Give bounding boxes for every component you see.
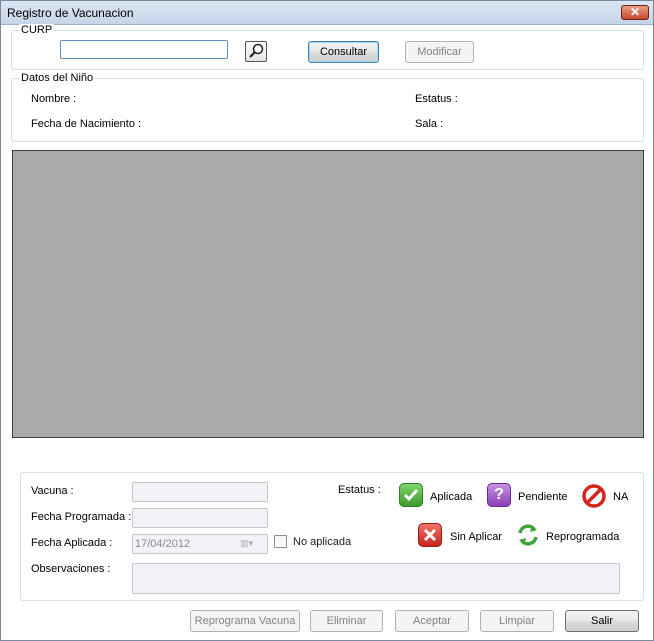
vacunas-grid[interactable]	[12, 150, 644, 438]
consultar-button[interactable]: Consultar	[308, 41, 379, 63]
sala-label: Sala :	[415, 118, 444, 130]
check-icon	[399, 483, 423, 507]
fecha-programada-field[interactable]	[132, 508, 268, 528]
no-entry-icon	[582, 484, 606, 508]
fecha-aplicada-picker[interactable]: 17/04/2012 ▥▾	[132, 534, 268, 554]
na-legend-label: NA	[613, 491, 629, 503]
observaciones-label: Observaciones :	[31, 563, 111, 575]
close-icon: ✕	[629, 5, 641, 19]
calendar-dropdown-icon[interactable]: ▥▾	[240, 538, 264, 550]
estatus-nino-label: Estatus :	[415, 93, 458, 105]
no-aplicada-checkbox[interactable]	[274, 535, 287, 548]
vacuna-field[interactable]	[132, 482, 268, 502]
pendiente-legend-label: Pendiente	[518, 491, 568, 503]
title-bar[interactable]: Registro de Vacunacion ✕	[1, 1, 653, 25]
x-icon	[418, 523, 442, 547]
reprogramada-legend-label: Reprogramada	[546, 531, 620, 543]
vacuna-label: Vacuna :	[31, 485, 74, 497]
registro-vacunacion-window: Registro de Vacunacion ✕ CURP Consultar …	[0, 0, 654, 641]
fecha-aplicada-value: 17/04/2012	[135, 538, 191, 550]
no-aplicada-label: No aplicada	[293, 536, 352, 548]
close-button[interactable]: ✕	[621, 5, 649, 20]
magnifier-icon	[249, 43, 264, 58]
fecha-nacimiento-label: Fecha de Nacimiento :	[31, 118, 142, 130]
modificar-button[interactable]: Modificar	[405, 41, 474, 63]
sin-aplicar-legend-label: Sin Aplicar	[450, 531, 502, 543]
fecha-aplicada-label: Fecha Aplicada :	[31, 537, 113, 549]
aplicada-legend-label: Aplicada	[430, 491, 473, 503]
limpiar-button[interactable]: Limpiar	[480, 610, 554, 632]
search-button[interactable]	[245, 41, 267, 62]
estatus-legend-label: Estatus :	[338, 484, 381, 496]
eliminar-button[interactable]: Eliminar	[310, 610, 383, 632]
datos-nino-group: Datos del Niño	[11, 72, 644, 142]
curp-input[interactable]	[60, 40, 228, 59]
curp-legend: CURP	[19, 24, 55, 36]
aceptar-button[interactable]: Aceptar	[395, 610, 469, 632]
fecha-programada-label: Fecha Programada :	[31, 511, 132, 523]
reprograma-vacuna-button[interactable]: Reprograma Vacuna	[190, 610, 300, 632]
nombre-label: Nombre :	[31, 93, 77, 105]
question-icon: ?	[487, 483, 511, 507]
salir-button[interactable]: Salir	[565, 610, 639, 632]
observaciones-field[interactable]	[132, 563, 620, 594]
window-title: Registro de Vacunacion	[7, 6, 134, 20]
arrows-cycle-icon	[516, 523, 540, 547]
datos-nino-legend: Datos del Niño	[19, 72, 96, 84]
